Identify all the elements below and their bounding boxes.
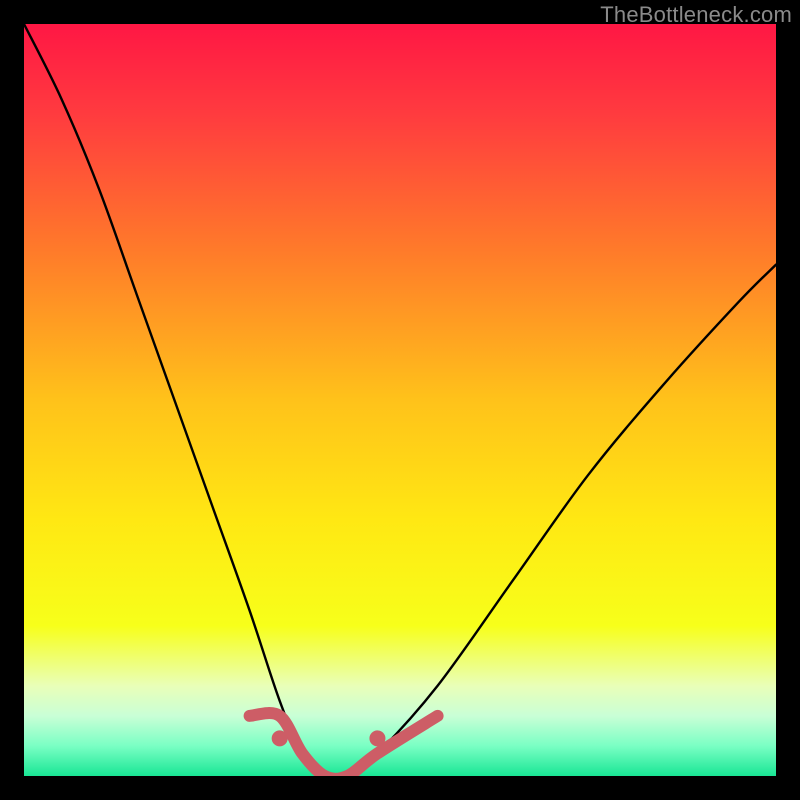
watermark-text: TheBottleneck.com — [600, 2, 792, 28]
chart-svg — [24, 24, 776, 776]
chart-plot-area — [24, 24, 776, 776]
chart-frame: TheBottleneck.com — [0, 0, 800, 800]
flat-zone-end-dot — [272, 730, 288, 746]
flat-zone-end-dot — [369, 730, 385, 746]
gradient-background — [24, 24, 776, 776]
